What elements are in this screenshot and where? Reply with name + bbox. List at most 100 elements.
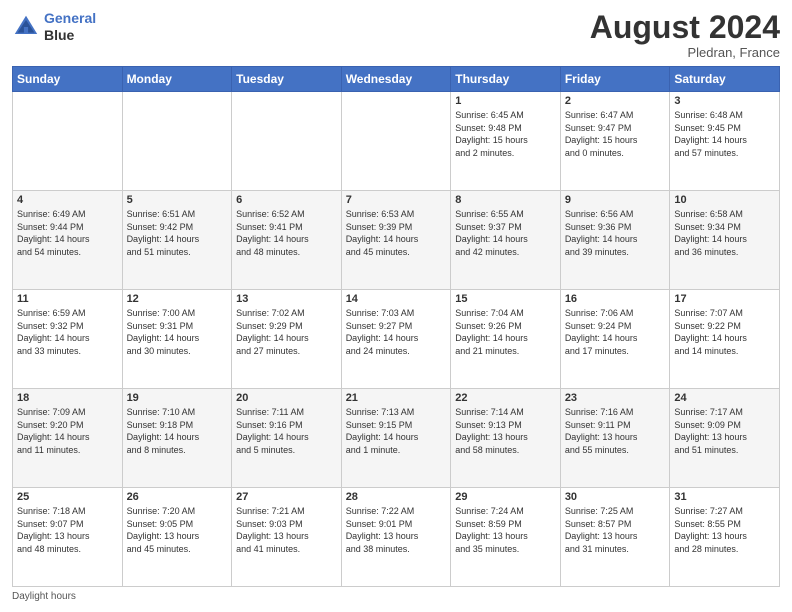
day-number: 30 (565, 491, 666, 503)
day-info: Sunrise: 7:16 AM Sunset: 9:11 PM Dayligh… (565, 406, 666, 456)
day-info: Sunrise: 6:49 AM Sunset: 9:44 PM Dayligh… (17, 208, 118, 258)
day-number: 6 (236, 194, 337, 206)
day-info: Sunrise: 7:21 AM Sunset: 9:03 PM Dayligh… (236, 505, 337, 555)
day-number: 17 (674, 293, 775, 305)
day-cell: 14 Sunrise: 7:03 AM Sunset: 9:27 PM Dayli… (341, 290, 451, 389)
day-cell: 24Sunrise: 7:17 AM Sunset: 9:09 PM Dayli… (670, 389, 780, 488)
logo-text: General Blue (44, 10, 96, 44)
day-number: 8 (455, 194, 556, 206)
day-number: 25 (17, 491, 118, 503)
day-cell: 8 Sunrise: 6:55 AM Sunset: 9:37 PM Daylig… (451, 191, 561, 290)
day-info: Sunrise: 7:00 AM Sunset: 9:31 PM Dayligh… (127, 307, 228, 357)
day-info: Sunrise: 7:11 AM Sunset: 9:16 PM Dayligh… (236, 406, 337, 456)
title-block: August 2024 Pledran, France (590, 10, 780, 60)
day-cell: 18 Sunrise: 7:09 AM Sunset: 9:20 PM Dayli… (13, 389, 123, 488)
day-cell: 27 Sunrise: 7:21 AM Sunset: 9:03 PM Dayli… (232, 488, 342, 587)
day-number: 21 (346, 392, 447, 404)
day-cell: 12 Sunrise: 7:00 AM Sunset: 9:31 PM Dayli… (122, 290, 232, 389)
footer-label: Daylight hours (12, 591, 76, 602)
day-info: Sunrise: 7:27 AM Sunset: 8:55 PM Dayligh… (674, 505, 775, 555)
day-number: 14 (346, 293, 447, 305)
day-number: 19 (127, 392, 228, 404)
day-info: Sunrise: 7:14 AM Sunset: 9:13 PM Dayligh… (455, 406, 556, 456)
day-number: 24 (674, 392, 775, 404)
logo-line1: General (44, 10, 96, 26)
day-info: Sunrise: 6:53 AM Sunset: 9:39 PM Dayligh… (346, 208, 447, 258)
day-cell: 9Sunrise: 6:56 AM Sunset: 9:36 PM Daylig… (560, 191, 670, 290)
month-year: August 2024 (590, 10, 780, 45)
day-number: 28 (346, 491, 447, 503)
page: General Blue August 2024 Pledran, France… (0, 0, 792, 612)
day-cell: 1Sunrise: 6:45 AM Sunset: 9:48 PM Daylig… (451, 92, 561, 191)
day-number: 20 (236, 392, 337, 404)
day-info: Sunrise: 7:18 AM Sunset: 9:07 PM Dayligh… (17, 505, 118, 555)
day-number: 29 (455, 491, 556, 503)
day-cell: 23 Sunrise: 7:16 AM Sunset: 9:11 PM Dayli… (560, 389, 670, 488)
day-number: 15 (455, 293, 556, 305)
day-info: Sunrise: 6:55 AM Sunset: 9:37 PM Dayligh… (455, 208, 556, 258)
day-cell: 20 Sunrise: 7:11 AM Sunset: 9:16 PM Dayli… (232, 389, 342, 488)
day-number: 9 (565, 194, 666, 206)
day-cell: 11Sunrise: 6:59 AM Sunset: 9:32 PM Dayli… (13, 290, 123, 389)
day-info: Sunrise: 7:06 AM Sunset: 9:24 PM Dayligh… (565, 307, 666, 357)
col-header-sunday: Sunday (13, 67, 123, 92)
day-number: 12 (127, 293, 228, 305)
day-info: Sunrise: 7:13 AM Sunset: 9:15 PM Dayligh… (346, 406, 447, 456)
day-number: 18 (17, 392, 118, 404)
day-number: 26 (127, 491, 228, 503)
day-info: Sunrise: 7:22 AM Sunset: 9:01 PM Dayligh… (346, 505, 447, 555)
day-info: Sunrise: 6:51 AM Sunset: 9:42 PM Dayligh… (127, 208, 228, 258)
day-number: 1 (455, 95, 556, 107)
day-cell: 17 Sunrise: 7:07 AM Sunset: 9:22 PM Dayli… (670, 290, 780, 389)
day-number: 2 (565, 95, 666, 107)
header-row: SundayMondayTuesdayWednesdayThursdayFrid… (13, 67, 780, 92)
day-cell (232, 92, 342, 191)
calendar: SundayMondayTuesdayWednesdayThursdayFrid… (12, 66, 780, 587)
col-header-saturday: Saturday (670, 67, 780, 92)
logo-icon (12, 13, 40, 41)
day-number: 13 (236, 293, 337, 305)
day-cell: 2 Sunrise: 6:47 AM Sunset: 9:47 PM Daylig… (560, 92, 670, 191)
day-info: Sunrise: 7:25 AM Sunset: 8:57 PM Dayligh… (565, 505, 666, 555)
day-number: 23 (565, 392, 666, 404)
col-header-thursday: Thursday (451, 67, 561, 92)
week-row-5: 25 Sunrise: 7:18 AM Sunset: 9:07 PM Dayli… (13, 488, 780, 587)
day-info: Sunrise: 6:47 AM Sunset: 9:47 PM Dayligh… (565, 109, 666, 159)
week-row-3: 11Sunrise: 6:59 AM Sunset: 9:32 PM Dayli… (13, 290, 780, 389)
logo-line2: Blue (44, 27, 96, 44)
day-cell: 16 Sunrise: 7:06 AM Sunset: 9:24 PM Dayli… (560, 290, 670, 389)
day-cell: 19Sunrise: 7:10 AM Sunset: 9:18 PM Dayli… (122, 389, 232, 488)
col-header-tuesday: Tuesday (232, 67, 342, 92)
day-number: 4 (17, 194, 118, 206)
day-number: 3 (674, 95, 775, 107)
day-info: Sunrise: 7:09 AM Sunset: 9:20 PM Dayligh… (17, 406, 118, 456)
day-cell (122, 92, 232, 191)
day-info: Sunrise: 7:07 AM Sunset: 9:22 PM Dayligh… (674, 307, 775, 357)
week-row-2: 4 Sunrise: 6:49 AM Sunset: 9:44 PM Daylig… (13, 191, 780, 290)
day-cell: 13 Sunrise: 7:02 AM Sunset: 9:29 PM Dayli… (232, 290, 342, 389)
day-info: Sunrise: 7:02 AM Sunset: 9:29 PM Dayligh… (236, 307, 337, 357)
day-number: 7 (346, 194, 447, 206)
logo: General Blue (12, 10, 96, 44)
day-cell: 15Sunrise: 7:04 AM Sunset: 9:26 PM Dayli… (451, 290, 561, 389)
day-cell (341, 92, 451, 191)
day-cell: 26Sunrise: 7:20 AM Sunset: 9:05 PM Dayli… (122, 488, 232, 587)
day-number: 27 (236, 491, 337, 503)
col-header-wednesday: Wednesday (341, 67, 451, 92)
day-info: Sunrise: 6:48 AM Sunset: 9:45 PM Dayligh… (674, 109, 775, 159)
week-row-1: 1Sunrise: 6:45 AM Sunset: 9:48 PM Daylig… (13, 92, 780, 191)
location: Pledran, France (590, 45, 780, 60)
day-cell: 4 Sunrise: 6:49 AM Sunset: 9:44 PM Daylig… (13, 191, 123, 290)
col-header-friday: Friday (560, 67, 670, 92)
day-number: 11 (17, 293, 118, 305)
day-info: Sunrise: 6:52 AM Sunset: 9:41 PM Dayligh… (236, 208, 337, 258)
day-cell: 28 Sunrise: 7:22 AM Sunset: 9:01 PM Dayli… (341, 488, 451, 587)
day-cell: 7 Sunrise: 6:53 AM Sunset: 9:39 PM Daylig… (341, 191, 451, 290)
day-info: Sunrise: 7:03 AM Sunset: 9:27 PM Dayligh… (346, 307, 447, 357)
day-cell: 21 Sunrise: 7:13 AM Sunset: 9:15 PM Dayli… (341, 389, 451, 488)
day-cell: 30 Sunrise: 7:25 AM Sunset: 8:57 PM Dayli… (560, 488, 670, 587)
day-cell: 22Sunrise: 7:14 AM Sunset: 9:13 PM Dayli… (451, 389, 561, 488)
day-cell: 5Sunrise: 6:51 AM Sunset: 9:42 PM Daylig… (122, 191, 232, 290)
day-cell: 31Sunrise: 7:27 AM Sunset: 8:55 PM Dayli… (670, 488, 780, 587)
day-number: 16 (565, 293, 666, 305)
